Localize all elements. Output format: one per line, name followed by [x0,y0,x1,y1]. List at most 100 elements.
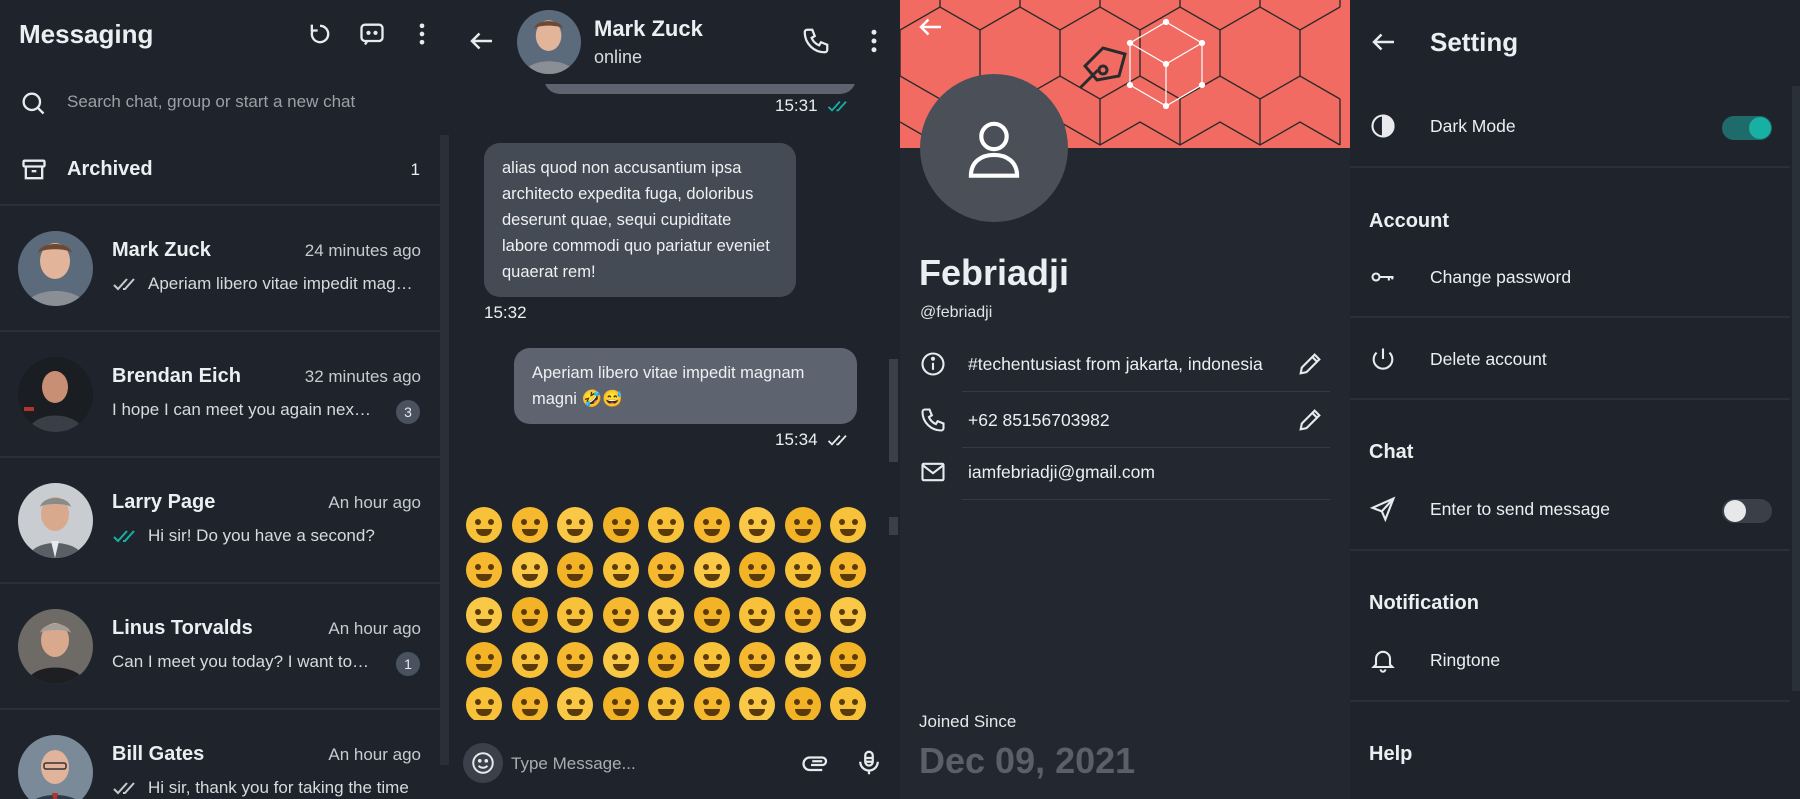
emoji-item[interactable] [784,552,821,588]
message-input[interactable] [511,752,761,776]
edit-pencil-icon[interactable] [1296,350,1324,378]
ringtone-row[interactable]: Ringtone [1350,630,1790,690]
emoji-item[interactable] [739,552,775,588]
change-password-row[interactable]: Change password [1350,247,1790,307]
search-input[interactable] [67,90,427,114]
emoji-item[interactable] [602,687,639,723]
profile-bio-row: #techentusiast from jakarta, indonesia [900,336,1350,392]
edit-pencil-icon[interactable] [1296,406,1324,434]
emoji-item[interactable] [739,597,775,633]
contact-status: online [594,47,643,67]
phone-icon [919,406,947,434]
emoji-item[interactable] [648,597,684,633]
emoji-item[interactable] [466,507,502,543]
profile-avatar[interactable] [920,74,1068,222]
emoji-item[interactable] [466,552,502,588]
profile-handle: @febriadji [920,304,993,321]
phone-icon[interactable] [801,26,831,56]
chat-item-linus-torvalds[interactable]: Linus Torvalds An hour ago Can I meet yo… [0,584,440,710]
dark-mode-toggle[interactable] [1722,116,1772,140]
emoji-item[interactable] [693,552,730,588]
emoji-item[interactable] [602,642,639,678]
paperclip-icon[interactable] [801,750,831,780]
emoji-item[interactable] [693,597,730,633]
messaging-header: Messaging [0,0,449,68]
emoji-item[interactable] [511,642,548,678]
more-menu-icon[interactable] [859,26,889,56]
chat-item-mark-zuck[interactable]: Mark Zuck 24 minutes ago Aperiam libero … [0,206,440,332]
emoji-item[interactable] [602,507,639,543]
emoji-item[interactable] [739,687,775,723]
emoji-item[interactable] [602,552,639,588]
emoji-item[interactable] [466,687,502,723]
emoji-item[interactable] [830,507,866,543]
emoji-item[interactable] [648,552,684,588]
emoji-scrollbar[interactable] [889,517,898,535]
emoji-item[interactable] [511,687,548,723]
emoji-item[interactable] [557,642,593,678]
emoji-item[interactable] [511,507,548,543]
emoji-icon[interactable] [463,743,503,783]
chat-time: 24 minutes ago [304,241,421,260]
archived-row[interactable]: Archived 1 [0,148,440,206]
refresh-icon[interactable] [306,20,334,48]
message-bubble-outgoing: Aperiam libero vitae impedit magnam magn… [514,348,857,424]
messages-scrollbar[interactable] [889,359,898,462]
emoji-item[interactable] [557,507,593,543]
unread-badge: 3 [396,400,420,424]
emoji-item[interactable] [511,552,548,588]
contact-avatar[interactable] [517,10,581,74]
emoji-item[interactable] [830,552,866,588]
chat-item-bill-gates[interactable]: Bill Gates An hour ago Hi sir, thank you… [0,710,440,799]
back-arrow-icon[interactable] [467,26,497,56]
message-timestamp: 15:34 [775,430,852,450]
microphone-icon[interactable] [854,748,884,778]
settings-scrollbar[interactable] [1792,86,1800,691]
back-arrow-icon[interactable] [1369,27,1399,57]
enter-to-send-toggle[interactable] [1722,499,1772,523]
chat-name: Larry Page [112,491,216,513]
emoji-item[interactable] [466,642,502,678]
emoji-item[interactable] [557,552,593,588]
double-check-icon [112,528,140,544]
emoji-item[interactable] [557,687,593,723]
chat-list-scrollbar[interactable] [440,135,449,765]
chat-item-larry-page[interactable]: Larry Page An hour ago Hi sir! Do you ha… [0,458,440,584]
profile-email-row: iamfebriadji@gmail.com [900,444,1350,500]
emoji-item[interactable] [784,507,821,543]
emoji-item[interactable] [784,597,821,633]
emoji-item[interactable] [739,507,775,543]
contact-name: Mark Zuck [594,16,703,41]
emoji-item[interactable] [466,597,502,633]
emoji-item[interactable] [739,642,775,678]
emoji-item[interactable] [511,597,548,633]
key-icon [1369,263,1397,291]
messaging-title: Messaging [19,19,154,49]
emoji-item[interactable] [693,507,730,543]
more-menu-icon[interactable] [408,20,436,48]
emoji-item[interactable] [557,597,593,633]
emoji-item[interactable] [830,597,866,633]
section-title-account: Account [1369,210,1449,232]
back-arrow-icon[interactable] [916,12,946,42]
delete-account-row[interactable]: Delete account [1350,329,1790,389]
profile-name: Febriadji [919,252,1070,293]
emoji-item[interactable] [693,642,730,678]
avatar [18,231,93,306]
chat-item-brendan-eich[interactable]: Brendan Eich 32 minutes ago I hope I can… [0,332,440,458]
emoji-item[interactable] [784,687,821,723]
emoji-item[interactable] [602,597,639,633]
contrast-icon [1369,112,1397,140]
chat-time: An hour ago [328,619,421,638]
emoji-item[interactable] [784,642,821,678]
emoji-item[interactable] [693,687,730,723]
emoji-item[interactable] [830,642,866,678]
emoji-item[interactable] [648,642,684,678]
profile-panel: Febriadji @febriadji #techentusiast from… [900,0,1350,799]
emoji-item[interactable] [830,687,866,723]
chat-preview: Hi sir! Do you have a second? [112,526,417,546]
emoji-item[interactable] [648,507,684,543]
message-timestamp: 15:32 [484,303,527,322]
new-chat-icon[interactable] [358,20,386,48]
emoji-item[interactable] [648,687,684,723]
